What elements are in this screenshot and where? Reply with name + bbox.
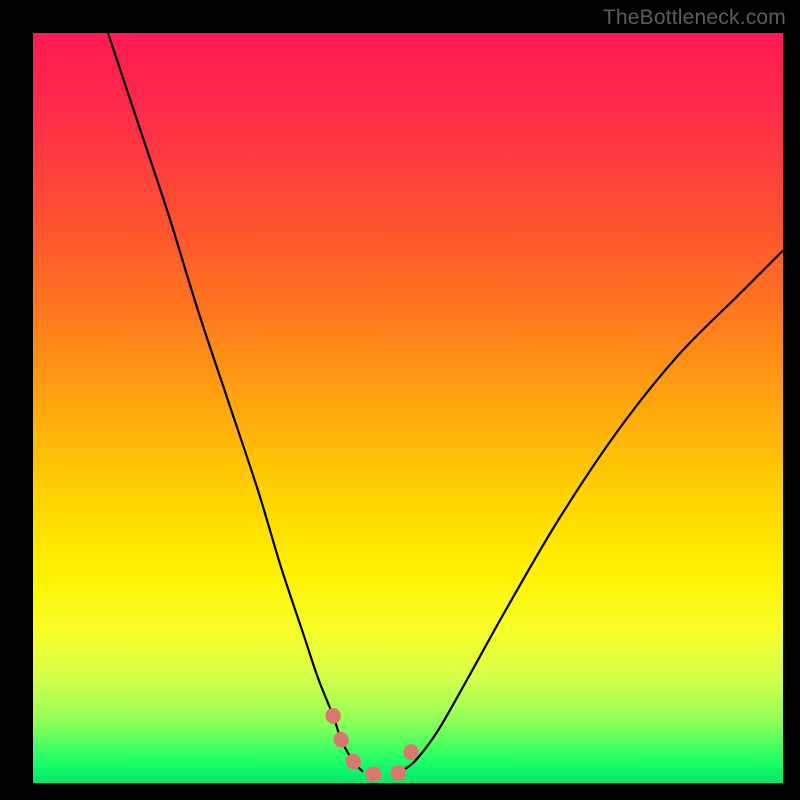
watermark-text: TheBottleneck.com <box>603 6 786 30</box>
left-branch-path <box>108 33 363 772</box>
floor-highlight-path <box>333 716 416 775</box>
right-branch-path <box>401 251 784 772</box>
plot-area <box>33 33 783 783</box>
chart-frame: TheBottleneck.com <box>0 0 800 800</box>
curve-layer <box>33 33 783 783</box>
